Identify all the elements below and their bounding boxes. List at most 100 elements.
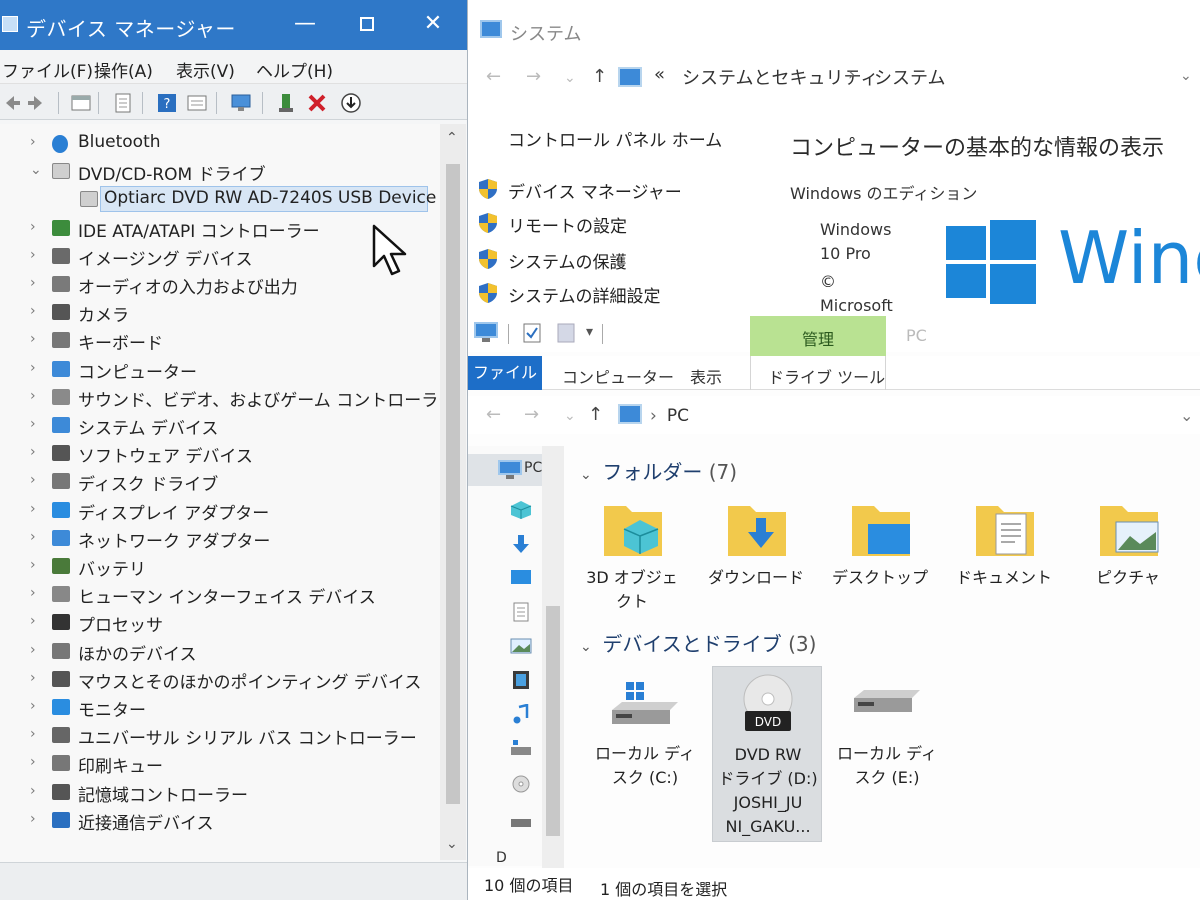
chevron-right-icon[interactable]: ›: [30, 444, 42, 460]
vertical-scrollbar[interactable]: ⌃ ⌄: [440, 124, 466, 860]
control-panel-home-link[interactable]: コントロール パネル ホーム: [508, 126, 722, 151]
devices-group-header[interactable]: ⌄ デバイスとドライブ (3): [580, 628, 816, 657]
pictures-icon[interactable]: [510, 636, 532, 656]
tree-node[interactable]: › Bluetooth: [0, 130, 440, 156]
dvd-drive-icon[interactable]: [510, 774, 532, 794]
breadcrumb-item[interactable]: システム: [874, 64, 945, 90]
tree-node[interactable]: › ディスク ドライブ: [0, 468, 440, 495]
chevron-down-icon[interactable]: ⌄: [30, 162, 42, 178]
tree-node[interactable]: › 印刷キュー: [0, 750, 440, 777]
uninstall-icon[interactable]: [306, 92, 328, 114]
breadcrumb-overflow[interactable]: «: [654, 64, 665, 85]
chevron-right-icon[interactable]: ›: [30, 219, 42, 235]
folder-desktop[interactable]: デスクトップ: [820, 496, 940, 616]
chevron-right-icon[interactable]: ›: [30, 360, 42, 376]
tree-node[interactable]: Optiarc DVD RW AD-7240S USB Device: [0, 186, 440, 213]
folders-group-header[interactable]: ⌄ フォルダー (7): [580, 456, 737, 485]
tree-node[interactable]: ⌄ DVD/CD-ROM ドライブ: [0, 158, 440, 185]
chevron-right-icon[interactable]: ›: [30, 811, 42, 827]
nav-item-pc[interactable]: PC: [468, 454, 542, 486]
chevron-right-icon[interactable]: ›: [30, 726, 42, 742]
chevron-right-icon[interactable]: ›: [30, 388, 42, 404]
chevron-right-icon[interactable]: ›: [30, 472, 42, 488]
tab-view[interactable]: 表示: [690, 364, 722, 388]
link-remote-settings[interactable]: リモートの設定: [478, 210, 778, 238]
tree-node[interactable]: › バッテリ: [0, 553, 440, 580]
up-icon[interactable]: ↑: [592, 66, 607, 87]
chevron-down-icon[interactable]: ⌄: [1180, 406, 1193, 425]
chevron-right-icon[interactable]: ›: [30, 670, 42, 686]
tree-node[interactable]: › ヒューマン インターフェイス デバイス: [0, 581, 440, 608]
chevron-right-icon[interactable]: ›: [30, 754, 42, 770]
close-button[interactable]: ✕: [410, 8, 456, 40]
drive-d[interactable]: DVD DVD RW ドライブ (D:) JOSHI_JU NI_GAKU...: [712, 666, 822, 842]
local-disk-icon[interactable]: [510, 738, 532, 758]
up-icon[interactable]: ↑: [588, 404, 603, 425]
chevron-right-icon[interactable]: ›: [30, 557, 42, 573]
folder-3d-objects[interactable]: 3D オブジェ クト: [572, 496, 692, 616]
breadcrumb[interactable]: › PC: [618, 404, 689, 426]
help-icon[interactable]: ?: [156, 92, 178, 114]
music-icon[interactable]: [510, 704, 532, 724]
breadcrumb[interactable]: « システムとセキュリティ › システム: [618, 64, 1178, 90]
folder-documents[interactable]: ドキュメント: [944, 496, 1064, 616]
scroll-up-icon[interactable]: ⌃: [446, 130, 458, 146]
chevron-right-icon[interactable]: ›: [30, 613, 42, 629]
chevron-right-icon[interactable]: ›: [30, 783, 42, 799]
drive-c[interactable]: ローカル ディ スク (C:): [590, 666, 700, 846]
menu-help[interactable]: ヘルプ(H): [256, 57, 333, 82]
chevron-right-icon[interactable]: ›: [30, 416, 42, 432]
properties-icon[interactable]: [522, 322, 542, 344]
tree-node[interactable]: › プロセッサ: [0, 609, 440, 636]
scan-hardware-icon[interactable]: [230, 92, 252, 114]
downloads-icon[interactable]: [510, 534, 532, 554]
new-folder-icon[interactable]: [556, 322, 576, 344]
chevron-down-icon[interactable]: ⌄: [1180, 68, 1192, 84]
tab-computer[interactable]: コンピューター: [562, 364, 674, 388]
chevron-right-icon[interactable]: ›: [30, 642, 42, 658]
tree-node[interactable]: › ほかのデバイス: [0, 638, 440, 665]
chevron-right-icon[interactable]: ›: [30, 247, 42, 263]
breadcrumb-item[interactable]: PC: [667, 406, 689, 426]
document-icon[interactable]: [112, 92, 134, 114]
desktop-icon[interactable]: [510, 568, 532, 588]
chevron-right-icon[interactable]: ›: [30, 501, 42, 517]
device-manager-titlebar[interactable]: デバイス マネージャー — ✕: [0, 0, 467, 50]
menu-view[interactable]: 表示(V): [176, 57, 235, 82]
chevron-right-icon[interactable]: ›: [30, 585, 42, 601]
back-icon[interactable]: ←: [486, 66, 501, 87]
tree-node[interactable]: › サウンド、ビデオ、およびゲーム コントローラー: [0, 384, 455, 411]
videos-icon[interactable]: [510, 670, 532, 690]
link-system-protection[interactable]: システムの保護: [478, 246, 778, 274]
tab-file[interactable]: ファイル: [468, 356, 542, 390]
menu-action[interactable]: 操作(A): [94, 57, 153, 82]
tree-node[interactable]: › 記憶域コントローラー: [0, 779, 440, 806]
update-driver-icon[interactable]: [276, 92, 298, 114]
scroll-down-icon[interactable]: ⌄: [446, 836, 458, 852]
nav-item-drive-d[interactable]: D: [496, 850, 507, 866]
chevron-right-icon[interactable]: ›: [30, 275, 42, 291]
properties-view-icon[interactable]: [70, 92, 92, 114]
folder-pictures[interactable]: ピクチャ: [1068, 496, 1188, 616]
chevron-right-icon[interactable]: ›: [30, 134, 42, 150]
tree-node[interactable]: › ソフトウェア デバイス: [0, 440, 440, 467]
menu-file[interactable]: ファイル(F): [2, 57, 93, 82]
nav-scrollbar[interactable]: [542, 446, 564, 876]
tree-node[interactable]: › マウスとそのほかのポインティング デバイス: [0, 666, 440, 693]
scrollbar-thumb[interactable]: [446, 164, 460, 804]
chevron-right-icon[interactable]: ›: [30, 698, 42, 714]
system-titlebar[interactable]: システム: [468, 0, 1200, 54]
chevron-right-icon[interactable]: ›: [30, 303, 42, 319]
folder-downloads[interactable]: ダウンロード: [696, 496, 816, 616]
maximize-button[interactable]: [344, 8, 390, 40]
forward-icon[interactable]: [26, 92, 48, 114]
recent-dropdown-icon[interactable]: ⌄: [564, 70, 576, 86]
recent-dropdown-icon[interactable]: ⌄: [564, 408, 576, 424]
back-icon[interactable]: ←: [486, 404, 501, 425]
download-icon[interactable]: [340, 92, 362, 114]
tree-node[interactable]: › ユニバーサル シリアル バス コントローラー: [0, 722, 440, 749]
drive-e[interactable]: ローカル ディ スク (E:): [832, 666, 942, 846]
chevron-right-icon[interactable]: ›: [30, 529, 42, 545]
tree-node[interactable]: › 近接通信デバイス: [0, 807, 440, 834]
tab-drive-tools[interactable]: ドライブ ツール: [768, 364, 885, 388]
